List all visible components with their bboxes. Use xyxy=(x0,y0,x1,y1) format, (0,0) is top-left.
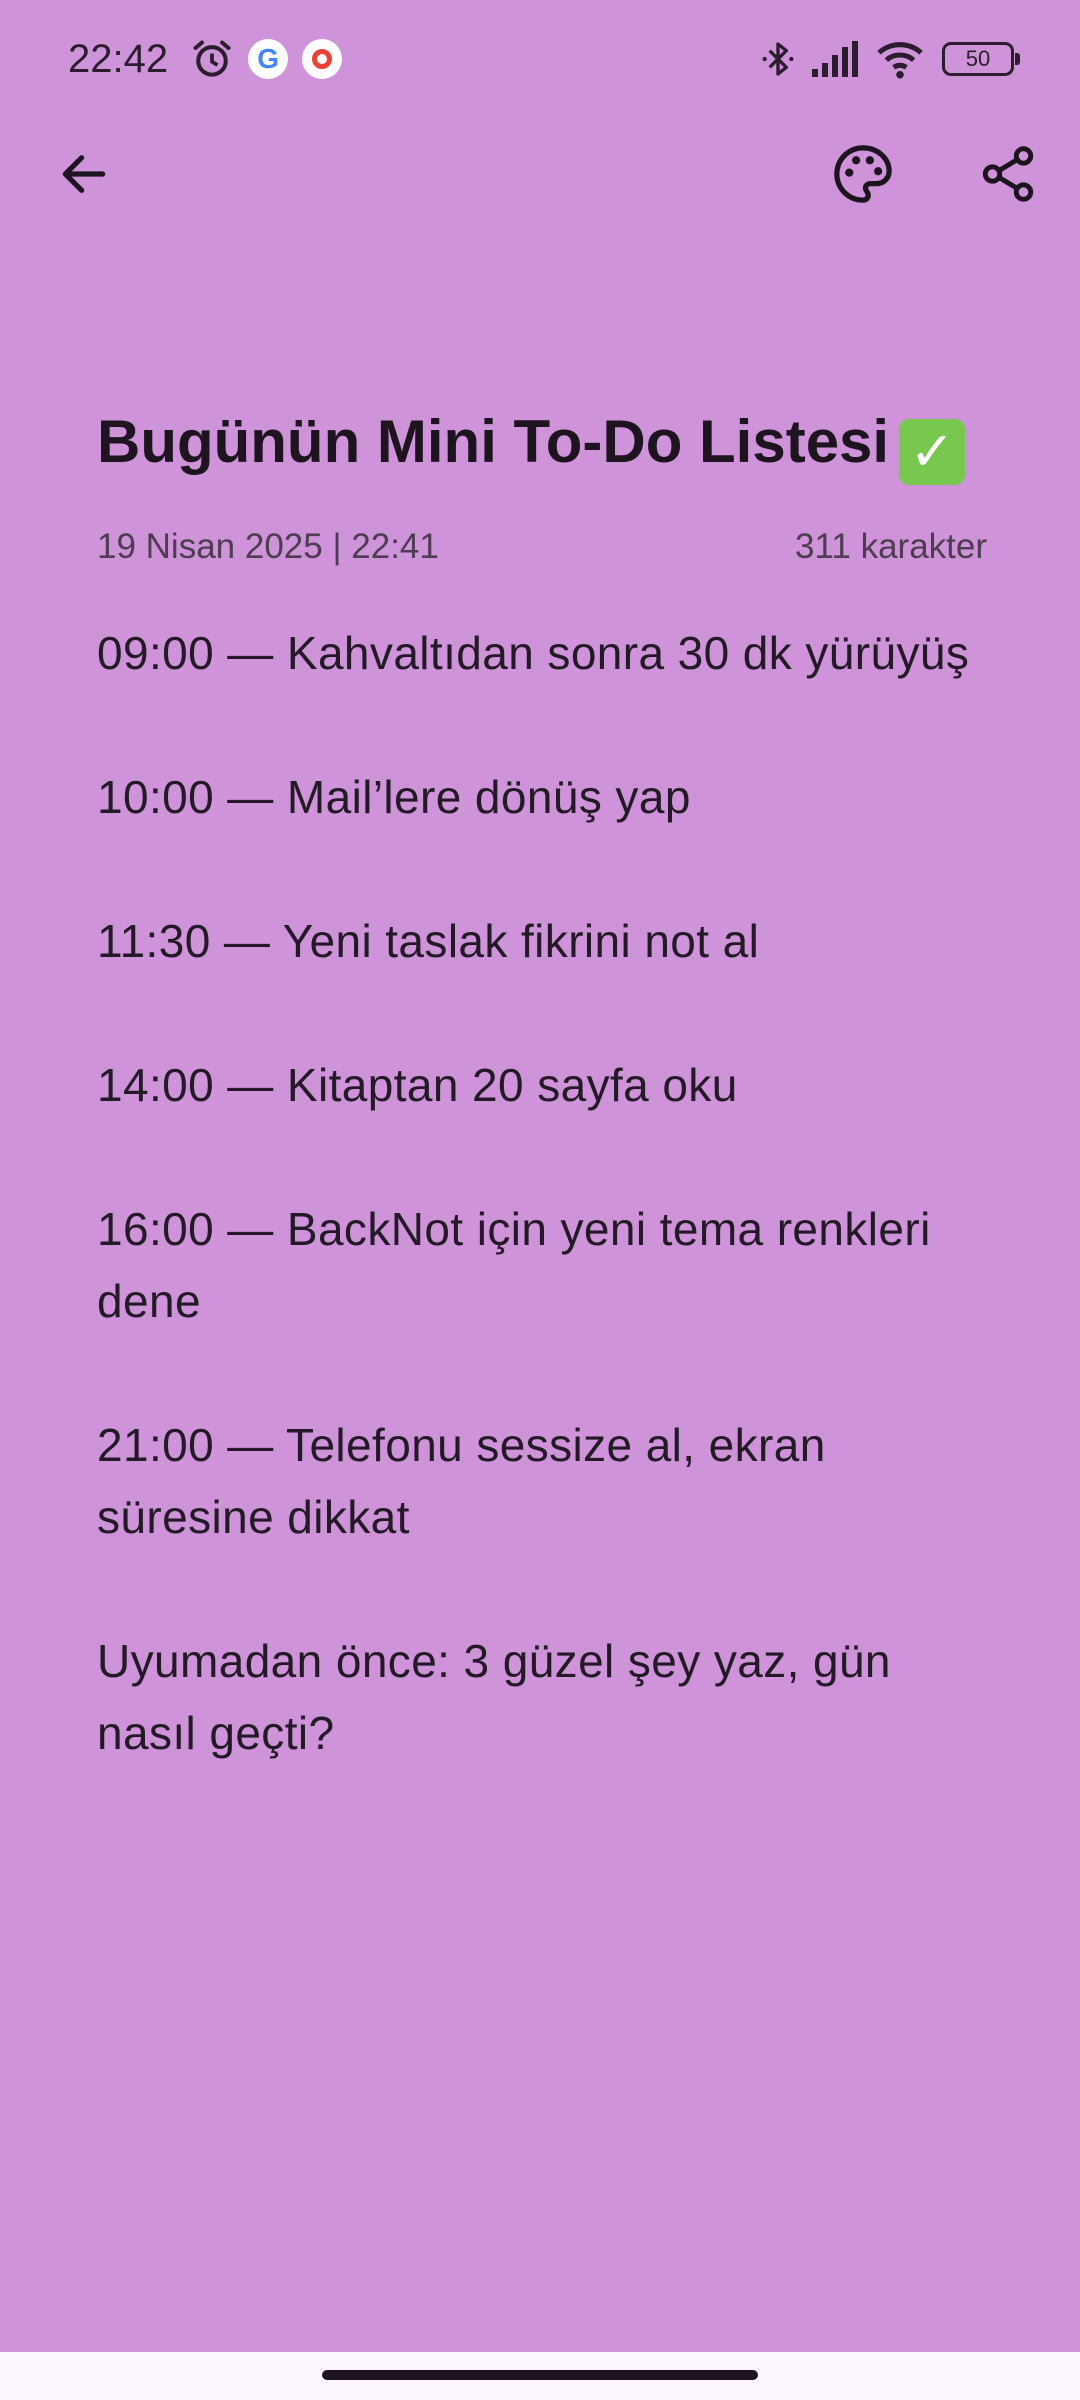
home-gesture-handle[interactable] xyxy=(322,2370,758,2380)
status-left: 22:42 G xyxy=(68,36,343,82)
arrow-back-icon xyxy=(62,155,106,193)
note-meta: 19 Nisan 2025 | 22:41 311 karakter xyxy=(97,527,987,567)
note-line: 21:00 — Telefonu sessize al, ekran süres… xyxy=(97,1419,826,1543)
status-time: 22:42 xyxy=(68,36,169,81)
note-body[interactable]: 09:00 — Kahvaltıdan sonra 30 dk yürüyüş … xyxy=(97,617,987,1769)
note-line: Uyumadan önce: 3 güzel şey yaz, gün nası… xyxy=(97,1635,891,1759)
note-line: 11:30 — Yeni taslak fikrini not al xyxy=(97,915,760,967)
google-letter: G xyxy=(257,43,279,74)
note-line: 10:00 — Mail’lere dönüş yap xyxy=(97,771,691,823)
battery-level: 50 xyxy=(965,46,991,71)
palette-icon xyxy=(834,145,892,203)
share-button[interactable] xyxy=(972,138,1044,210)
note-title-text: Bugünün Mini To-Do Listesi xyxy=(97,408,890,475)
note-line: 09:00 — Kahvaltıdan sonra 30 dk yürüyüş xyxy=(97,627,970,679)
wifi-icon xyxy=(874,38,926,80)
char-count: 311 karakter xyxy=(795,527,987,566)
notification-ring-icon xyxy=(302,39,343,79)
note-title[interactable]: Bugünün Mini To-Do Listesi ✓ xyxy=(97,400,987,485)
gesture-nav-bar xyxy=(0,2352,1080,2400)
theme-palette-button[interactable] xyxy=(827,138,899,210)
note-line: 16:00 — BackNot için yeni tema renkleri … xyxy=(97,1203,931,1327)
signal-icon xyxy=(810,39,862,79)
share-icon xyxy=(982,146,1034,202)
app-bar xyxy=(0,118,1080,230)
status-right: 50 xyxy=(746,37,1020,81)
status-bar: 22:42 G 50 xyxy=(0,0,1080,118)
back-button[interactable] xyxy=(48,138,120,210)
check-mark-icon: ✓ xyxy=(899,419,966,485)
alarm-icon xyxy=(190,37,234,81)
note-date: 19 Nisan 2025 | 22:41 xyxy=(97,527,439,566)
google-icon: G xyxy=(248,39,289,79)
bluetooth-icon xyxy=(758,37,798,81)
note-view: Bugünün Mini To-Do Listesi ✓ 19 Nisan 202… xyxy=(97,400,987,1841)
battery-icon: 50 xyxy=(942,42,1020,76)
note-line: 14:00 — Kitaptan 20 sayfa oku xyxy=(97,1059,738,1111)
